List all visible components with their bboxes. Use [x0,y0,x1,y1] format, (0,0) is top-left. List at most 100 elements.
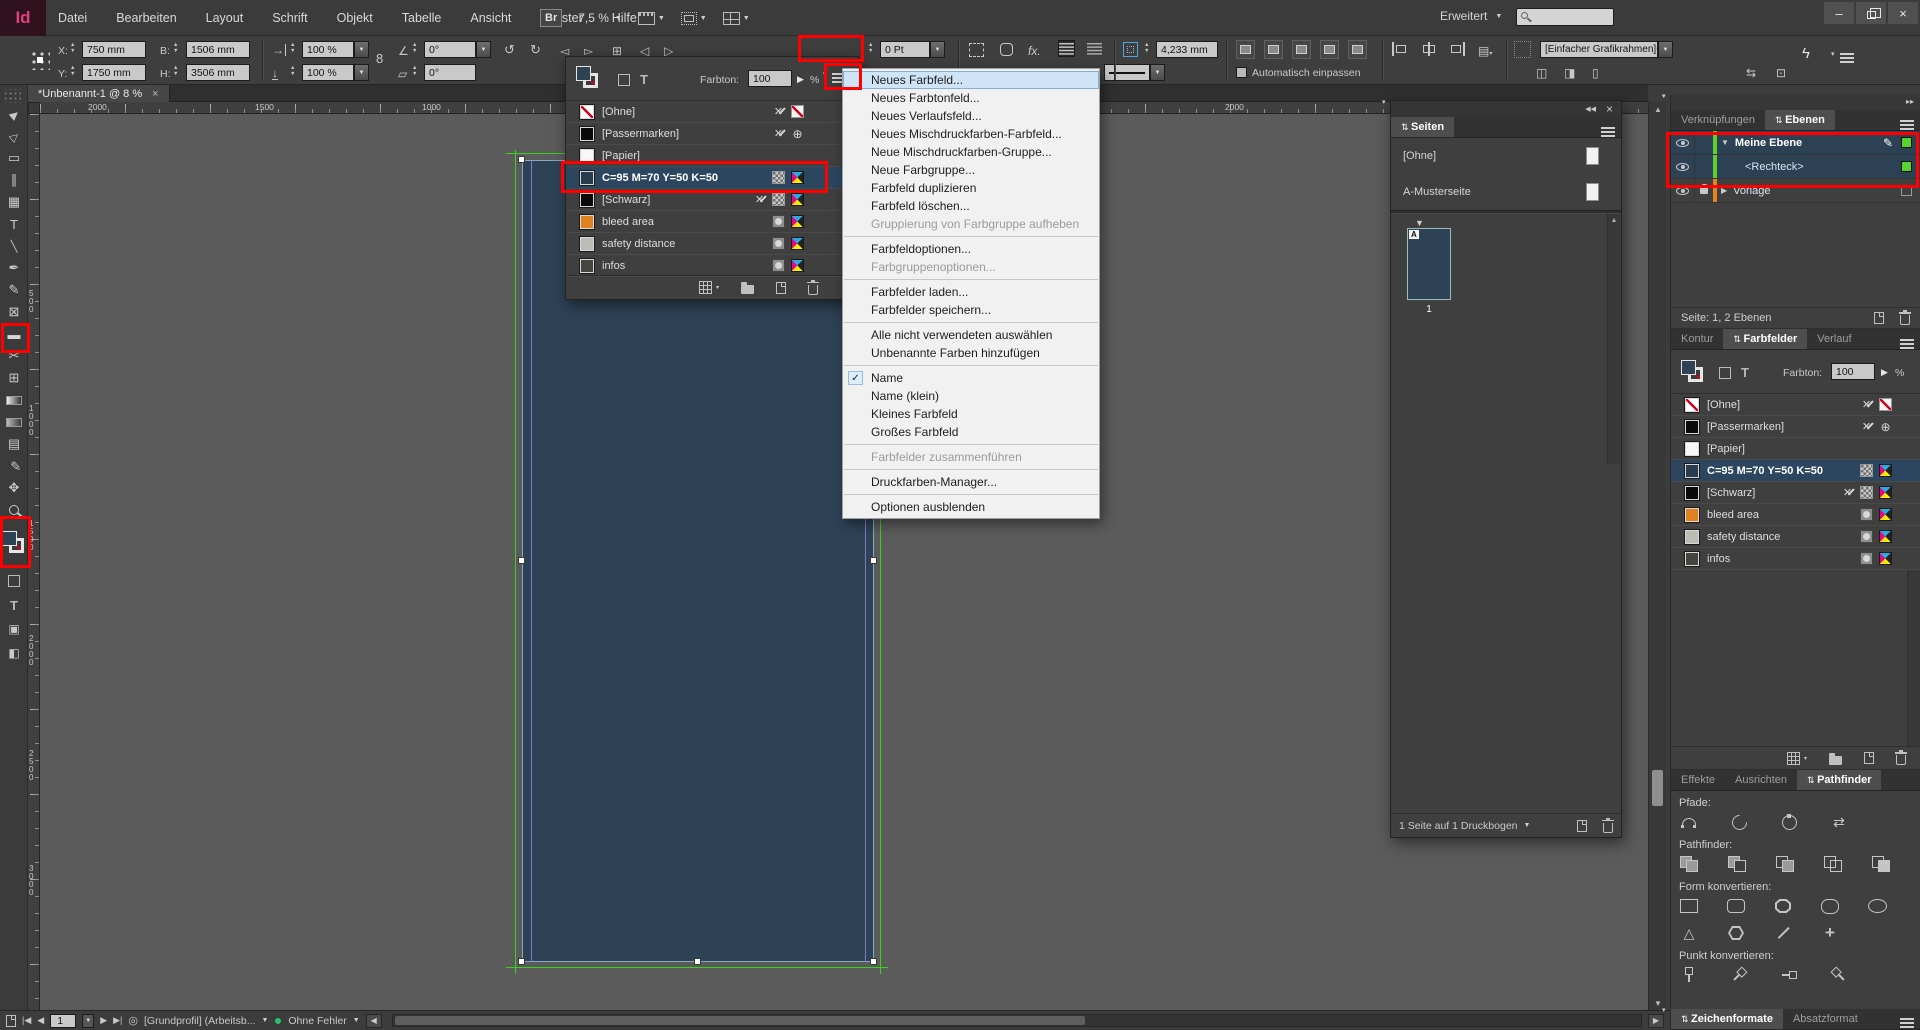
gap-tool[interactable]: ∥ [0,169,28,191]
tint-field[interactable]: 100 [1831,363,1875,380]
layer-row-meine-ebene[interactable]: ▼Meine Ebene✎ [1671,131,1920,155]
document-horizontal-scrollbar[interactable] [392,1014,1642,1027]
document-vertical-scrollbar[interactable]: ▲ ▼ [1648,102,1666,1010]
preflight-profile-label[interactable]: [Grundprofil] (Arbeitsb... [144,1015,255,1027]
close-button[interactable]: × [1888,2,1918,24]
visibility-cell[interactable] [1671,155,1695,178]
scale-x-dropdown[interactable]: ▼ [354,41,369,58]
menu-item-name[interactable]: Name✓ [843,369,1099,387]
new-color-group-icon[interactable] [741,285,754,294]
swatch-row-c-95-m-70-y-50-k-50[interactable]: C=95 M=70 Y=50 K=50 [566,167,858,189]
eye-icon[interactable] [1676,139,1689,147]
hand-tool[interactable]: ✥ [0,477,28,499]
quick-apply-icon[interactable]: ϟ [1802,48,1810,60]
fit-content-to-frame-button[interactable] [1292,40,1311,59]
menu-item-farbfeld-duplizieren[interactable]: Farbfeld duplizieren [843,179,1099,197]
menu-objekt[interactable]: Objekt [335,9,375,27]
delete-layer-icon[interactable] [1900,315,1910,325]
preflight-page-icon[interactable] [6,1015,16,1027]
visibility-cell[interactable] [1671,131,1695,154]
menu-item-neue-mischdruckfarben-gruppe[interactable]: Neue Mischdruckfarben-Gruppe... [843,143,1099,161]
swatch-row-papier[interactable]: [Papier] [1671,438,1920,460]
width-field[interactable]: 1506 mm [186,41,250,58]
swatch-row-safety-distance[interactable]: safety distance [566,233,858,255]
eye-icon[interactable] [1676,187,1689,195]
stroke-type-field[interactable] [1104,64,1150,81]
vertical-ruler[interactable]: 50010001500200025003000 [28,114,40,1010]
expand-dock-icon[interactable]: ▸▸ [1671,95,1920,110]
open-path-icon[interactable] [1729,813,1749,831]
master-page-row-a-musterseite[interactable]: A-Musterseite [1391,174,1621,210]
restore-button[interactable] [1856,2,1886,24]
exclude-overlap-icon[interactable] [1823,855,1843,873]
plain-icon[interactable] [1679,966,1699,984]
selection-handle-mid-right[interactable] [870,557,877,564]
type-tool[interactable]: T [0,213,28,235]
object-style-field[interactable]: [Einfacher Grafikrahmen]+ [1540,41,1658,58]
tint-field[interactable]: 100 [748,70,792,87]
scale-x-field[interactable]: 100 % [302,41,354,58]
new-page-icon[interactable] [1577,820,1587,832]
text-wrap-active-icon[interactable] [1058,40,1075,57]
line-tool[interactable]: ╲ [0,235,28,257]
page-number-field[interactable]: 1 [50,1014,76,1028]
toolbar-fill-stroke-proxy[interactable] [0,529,28,569]
document-tab[interactable]: *Unbenannt-1 @ 8 % × [28,85,170,102]
y-stepper[interactable]: ▲▼ [70,66,75,77]
align-center-button[interactable] [1420,42,1438,58]
chevron-down-icon[interactable]: ▼ [1524,822,1531,829]
new-color-group-icon[interactable] [1829,756,1842,765]
menu-item-farbfeldoptionen[interactable]: Farbfeldoptionen... [843,240,1099,258]
smooth-icon[interactable] [1780,965,1798,985]
new-layer-icon[interactable] [1874,312,1884,324]
polygon-icon[interactable] [1726,924,1746,942]
menu-item-farbgruppenoptionen[interactable]: Farbgruppenoptionen... [843,258,1099,276]
content-collector-tool[interactable]: ▦ [0,191,28,213]
width-stepper[interactable]: ▲▼ [173,43,178,54]
shear-stepper[interactable]: ▲▼ [412,66,417,77]
note-tool[interactable]: ▤ [0,433,28,455]
x-field[interactable]: 750 mm [82,41,146,58]
toolbar-grip[interactable] [5,89,21,103]
height-field[interactable]: 3506 mm [186,64,250,81]
apply-color-button[interactable]: ▣ [0,617,28,641]
rectangle-icon[interactable] [1679,897,1699,915]
layer-row-rechteck[interactable]: <Rechteck> [1671,155,1920,179]
join-path-icon[interactable] [1679,813,1699,831]
panel-menu-icon[interactable] [1900,1018,1914,1020]
tab-verknuepfungen[interactable]: Verknüpfungen [1671,110,1765,130]
previous-page-button[interactable]: ◀ [37,1015,44,1026]
menu-ansicht[interactable]: Ansicht [468,9,513,27]
autofit-checkbox[interactable] [1236,67,1247,78]
corner-shape-icon[interactable] [998,41,1015,58]
swatch-views-icon[interactable] [1787,752,1800,765]
gradient-swatch-tool[interactable] [0,389,28,411]
selection-handle-bottom-right[interactable] [870,958,877,965]
menu-tabelle[interactable]: Tabelle [400,9,444,27]
selection-proxy-icon[interactable] [1901,161,1912,172]
selection-proxy-icon[interactable] [1901,137,1912,148]
corner-radius-field[interactable]: 4,233 mm [1156,41,1218,58]
close-tab-icon[interactable]: × [152,88,158,100]
tint-arrow-icon[interactable]: ▶ [1881,366,1888,378]
fit-content-proportionally-button[interactable] [1236,40,1255,59]
tab-ebenen[interactable]: Ebenen [1765,110,1835,130]
text-wrap-none-icon[interactable] [1086,40,1103,57]
menu-layout[interactable]: Layout [204,9,246,27]
corner-radius-stepper[interactable]: ▲▼ [1144,43,1149,54]
scroll-right-icon[interactable]: ▶ [1648,1014,1664,1028]
delete-swatch-icon[interactable] [1896,755,1906,765]
layer-row-vorlage[interactable]: ▶Vorlage [1671,179,1920,203]
panel-menu-icon[interactable] [1900,339,1914,341]
formatting-affects-text-icon[interactable]: T [640,72,648,87]
shear-field[interactable]: 0° [424,64,476,81]
fill-stroke-proxy[interactable] [1679,358,1709,386]
constrain-proportions-icon[interactable]: 8 [376,53,383,65]
tab-verlauf[interactable]: Verlauf [1807,329,1861,349]
swatch-row-ohne[interactable]: [Ohne] [566,101,858,123]
rotate-ccw-icon[interactable]: ↺ [504,44,515,56]
fit-frame-to-content-button[interactable] [1320,40,1339,59]
stroke-weight-dropdown[interactable]: ▼ [930,41,945,58]
selection-tool[interactable]: ▶ [0,103,28,125]
menu-schrift[interactable]: Schrift [270,9,309,27]
